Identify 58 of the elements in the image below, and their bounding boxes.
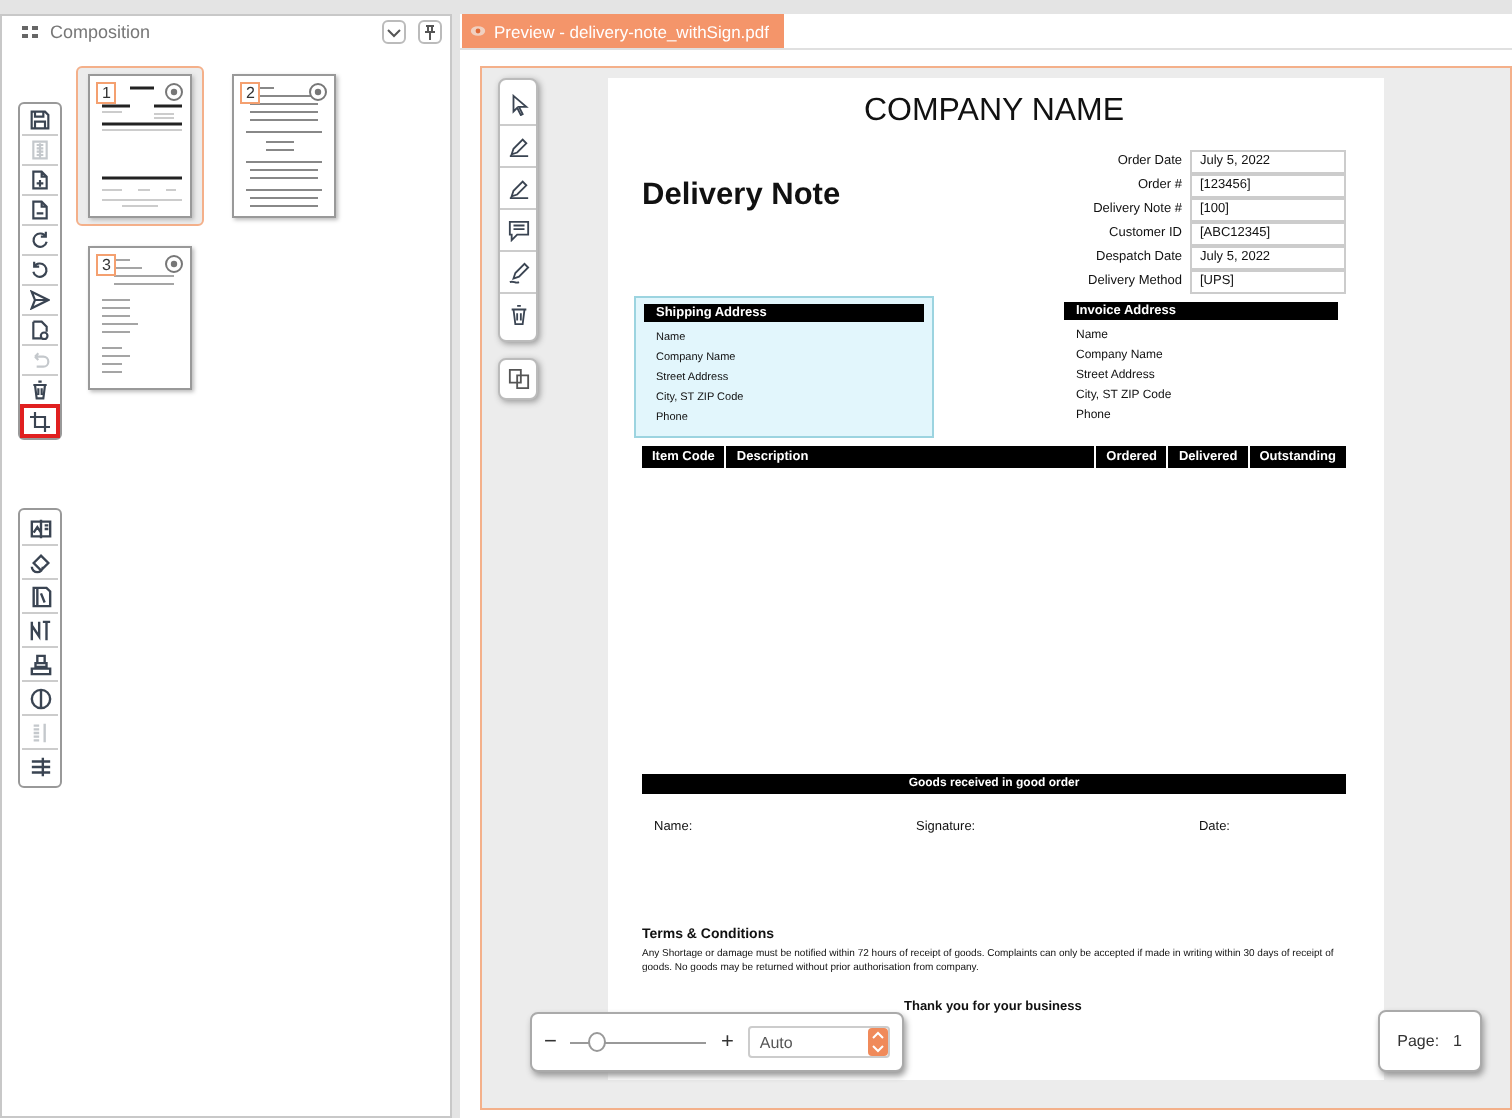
eye-icon bbox=[470, 24, 486, 38]
page-icon bbox=[29, 585, 51, 607]
trash-icon bbox=[507, 304, 529, 326]
send-icon bbox=[30, 290, 50, 310]
company-name: COMPANY NAME bbox=[861, 94, 1127, 130]
comment-icon bbox=[507, 219, 529, 241]
settings-icon[interactable] bbox=[306, 80, 330, 104]
settings-icon[interactable] bbox=[162, 80, 186, 104]
chevron-down-icon bbox=[386, 24, 402, 40]
pen-icon bbox=[507, 135, 529, 157]
page-value: 1 bbox=[1453, 1032, 1462, 1050]
rotate-icon bbox=[30, 230, 50, 250]
slider-thumb[interactable] bbox=[588, 1032, 607, 1052]
page-number: 1 bbox=[96, 82, 117, 104]
panel-title: Composition bbox=[50, 22, 151, 42]
file-plus-icon bbox=[30, 170, 50, 190]
image-split-icon bbox=[29, 517, 51, 539]
zoom-in-button[interactable]: + bbox=[720, 1030, 734, 1054]
save-icon bbox=[30, 110, 50, 130]
document-title: Delivery Note bbox=[642, 178, 841, 214]
grid-icon bbox=[22, 24, 38, 40]
toolbar-button[interactable] bbox=[22, 196, 58, 226]
rotate-icon bbox=[30, 260, 50, 280]
grid-page-icon bbox=[30, 140, 50, 160]
settings-icon[interactable] bbox=[162, 252, 186, 276]
toolbar-button[interactable] bbox=[22, 316, 58, 346]
toolbar-button[interactable] bbox=[22, 406, 58, 436]
toolbar-button[interactable] bbox=[22, 166, 58, 196]
page-label: Page: bbox=[1397, 1032, 1440, 1050]
copy-button[interactable] bbox=[498, 358, 538, 400]
contrast-icon bbox=[29, 687, 51, 709]
pin-button[interactable] bbox=[418, 20, 442, 44]
collapse-button[interactable] bbox=[382, 20, 406, 44]
toolbar-button[interactable] bbox=[22, 226, 58, 256]
toolbar-button[interactable] bbox=[22, 106, 58, 136]
toolbar-button[interactable] bbox=[22, 256, 58, 286]
file-minus-icon bbox=[30, 200, 50, 220]
shapes-icon bbox=[29, 551, 51, 573]
pin-icon bbox=[422, 24, 438, 40]
page-thumbnail[interactable]: 1 bbox=[76, 66, 204, 226]
lines-icon bbox=[29, 756, 51, 778]
stamp-icon bbox=[29, 653, 51, 675]
page-number: 3 bbox=[96, 254, 117, 276]
trash-icon bbox=[30, 380, 50, 400]
pen-icon bbox=[507, 177, 529, 199]
signature-pen-icon bbox=[507, 261, 529, 283]
crop-icon bbox=[30, 411, 50, 431]
pointer-icon bbox=[507, 93, 529, 115]
toolbar-button[interactable] bbox=[22, 286, 58, 316]
undo-icon bbox=[30, 350, 50, 370]
stepper-icon bbox=[867, 1028, 888, 1056]
copy-icon bbox=[507, 368, 529, 390]
zoom-select[interactable]: Auto bbox=[747, 1026, 890, 1058]
file-settings-icon bbox=[30, 320, 50, 340]
text-n-icon bbox=[29, 619, 51, 641]
columns-icon bbox=[29, 721, 51, 743]
zoom-out-button[interactable]: − bbox=[544, 1030, 557, 1054]
page-number: 2 bbox=[240, 82, 261, 104]
